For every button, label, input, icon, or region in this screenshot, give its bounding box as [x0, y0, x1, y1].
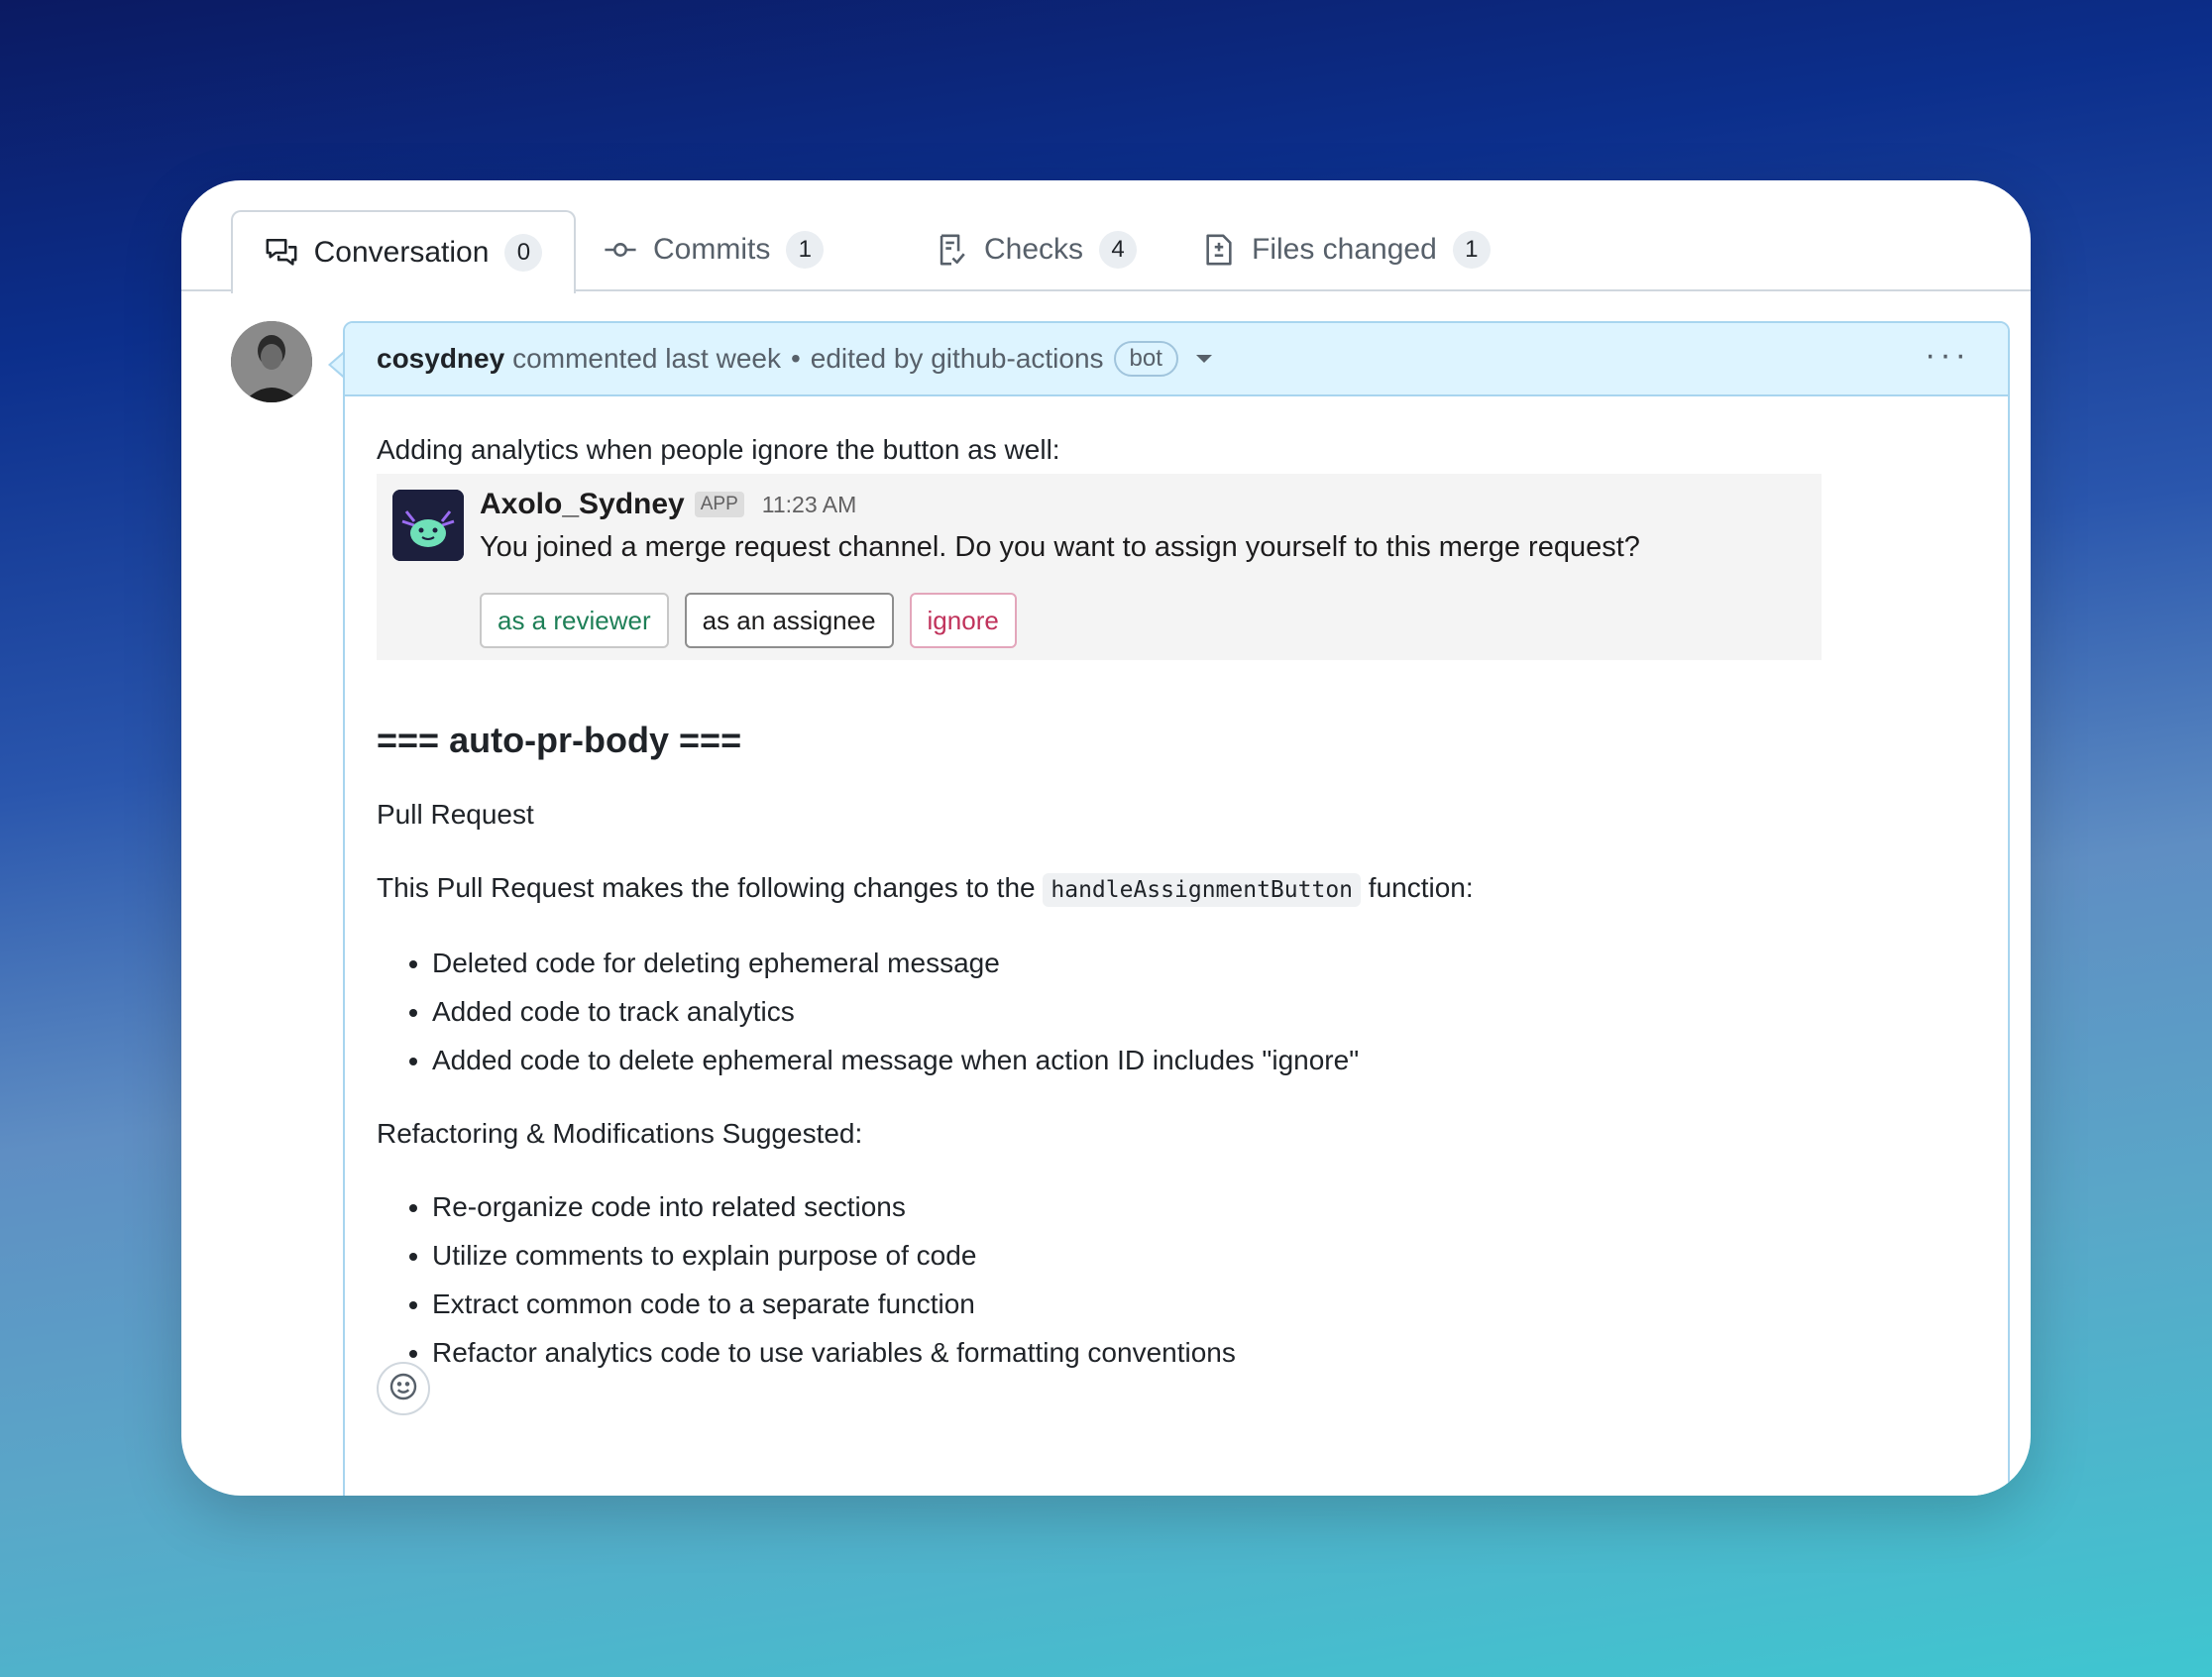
tab-commits[interactable]: Commits 1 [604, 210, 825, 289]
avatar[interactable] [231, 321, 312, 402]
intro-text: Adding analytics when people ignore the … [377, 434, 1060, 465]
more-options-button[interactable]: ··· [1925, 338, 1970, 372]
list-item: Re-organize code into related sections [432, 1187, 1976, 1227]
comment-author[interactable]: cosydney [377, 343, 504, 375]
comment-pointer [328, 351, 345, 379]
list-item: Added code to track analytics [432, 992, 1976, 1032]
tab-count: 4 [1099, 231, 1138, 269]
summary-text-end: function: [1361, 872, 1474, 903]
edited-by-label[interactable]: edited by github-actions [811, 343, 1104, 375]
refactor-list: Re-organize code into related sections U… [377, 1187, 1976, 1373]
section-heading: === auto-pr-body === [377, 720, 742, 760]
tab-count: 0 [504, 234, 543, 272]
slack-message-preview: Axolo_Sydney APP 11:23 AM You joined a m… [377, 474, 1822, 660]
smiley-icon [387, 1371, 419, 1407]
refactor-title: Refactoring & Modifications Suggested: [377, 1118, 863, 1149]
list-item: Utilize comments to explain purpose of c… [432, 1236, 1976, 1276]
tab-bar: Conversation 0 Commits 1 Checks 4 Files … [181, 210, 2031, 293]
ignore-button[interactable]: ignore [909, 593, 1017, 648]
file-diff-icon [1202, 233, 1236, 267]
conversation-icon [265, 236, 298, 270]
list-item: Added code to delete ephemeral message w… [432, 1041, 1976, 1080]
tab-files-changed[interactable]: Files changed 1 [1202, 210, 1491, 289]
comment-body: Adding analytics when people ignore the … [345, 396, 2008, 1428]
changes-list: Deleted code for deleting ephemeral mess… [377, 944, 1976, 1080]
list-item: Deleted code for deleting ephemeral mess… [432, 944, 1976, 983]
tab-label: Checks [984, 233, 1084, 266]
tab-count: 1 [1452, 231, 1491, 269]
bot-badge: bot [1113, 341, 1178, 377]
slack-message-text: You joined a merge request channel. Do y… [480, 531, 1640, 563]
checks-icon [935, 233, 968, 267]
axolotl-icon [392, 490, 464, 561]
comment-action: commented last week [512, 343, 781, 374]
tab-label: Files changed [1252, 233, 1437, 266]
summary-text: This Pull Request makes the following ch… [377, 872, 1044, 903]
chevron-down-icon[interactable] [1195, 355, 1212, 363]
pull-request-subtitle: Pull Request [377, 799, 534, 830]
as-assignee-button[interactable]: as an assignee [684, 593, 894, 648]
slack-app-name: Axolo_Sydney [480, 488, 685, 520]
list-item: Refactor analytics code to use variables… [432, 1333, 1976, 1373]
message-time: 11:23 AM [761, 491, 857, 517]
tab-label: Conversation [313, 236, 490, 269]
tab-checks[interactable]: Checks 4 [935, 210, 1138, 289]
inline-code: handleAssignmentButton [1043, 873, 1362, 907]
as-reviewer-button[interactable]: as a reviewer [480, 593, 669, 648]
tab-conversation[interactable]: Conversation 0 [231, 210, 576, 293]
summary-paragraph: This Pull Request makes the following ch… [377, 868, 1976, 910]
comment-header: cosydney commented last week • edited by… [345, 323, 2008, 396]
tab-label: Commits [653, 233, 771, 266]
add-reaction-button[interactable] [377, 1362, 430, 1415]
tab-count: 1 [786, 231, 825, 269]
comment-box: cosydney commented last week • edited by… [343, 321, 2010, 1496]
pull-request-card: Conversation 0 Commits 1 Checks 4 Files … [181, 180, 2031, 1496]
app-tag: APP [694, 492, 744, 517]
commit-icon [604, 233, 637, 267]
separator-dot: • [790, 343, 801, 374]
list-item: Extract common code to a separate functi… [432, 1285, 1976, 1324]
